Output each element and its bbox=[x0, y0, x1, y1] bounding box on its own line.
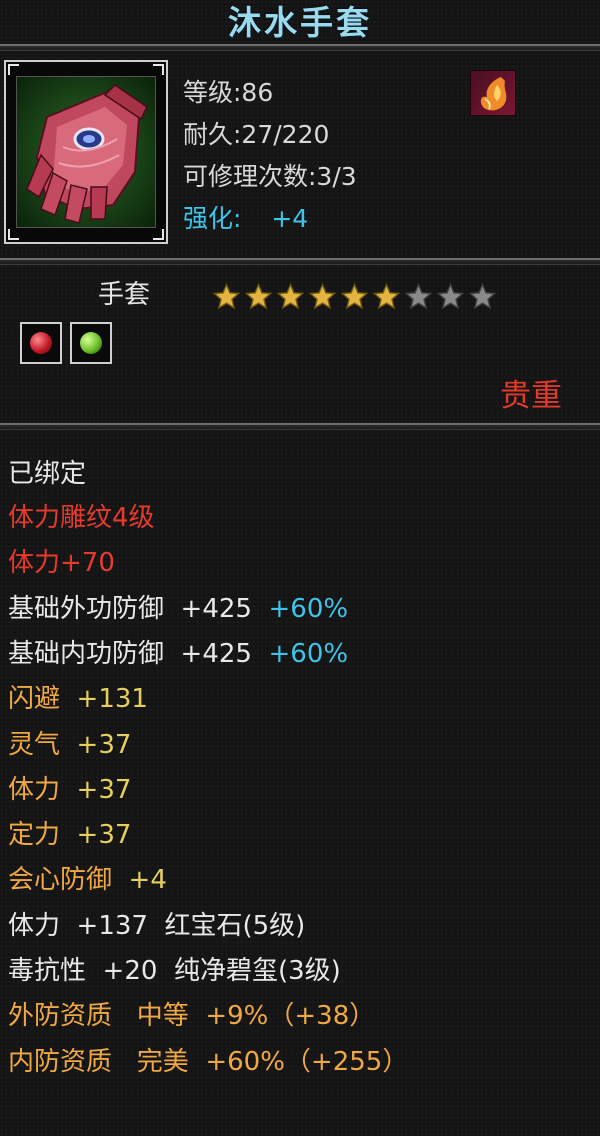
attribute-part: 闪避 bbox=[8, 684, 61, 714]
attribute-part: 基础内功防御 bbox=[8, 639, 165, 669]
attribute-part: （+255） bbox=[284, 1047, 409, 1077]
item-slot-type: 手套 bbox=[98, 280, 151, 310]
attribute-part: 基础外功防御 bbox=[8, 594, 165, 624]
star-empty-icon bbox=[404, 282, 433, 311]
attribute-part: 内防资质 bbox=[8, 1047, 113, 1077]
attribute-part: +37 bbox=[60, 730, 132, 760]
attribute-part: +425 bbox=[164, 639, 269, 669]
star-filled-icon bbox=[372, 282, 401, 311]
frame-corner bbox=[153, 64, 164, 75]
attribute-line: 内防资质 完美 +60%（+255） bbox=[8, 1046, 408, 1078]
enhance-value: +4 bbox=[271, 204, 309, 233]
attribute-part: 体力 bbox=[8, 911, 61, 941]
attribute-line: 基础内功防御 +425 +60% bbox=[8, 638, 348, 670]
attribute-part: 毒抗性 bbox=[8, 956, 87, 986]
attribute-part: +425 bbox=[164, 594, 269, 624]
enhance-label: 强化: bbox=[183, 204, 242, 233]
star-filled-icon bbox=[308, 282, 337, 311]
attribute-line: 体力 +37 bbox=[8, 774, 131, 806]
attribute-part: 体力雕纹4级 bbox=[8, 503, 155, 533]
title-divider bbox=[0, 44, 600, 51]
star-empty-icon bbox=[468, 282, 497, 311]
attribute-part: +60% bbox=[205, 1047, 285, 1077]
frame-corner bbox=[153, 229, 164, 240]
attribute-part: （+38） bbox=[268, 1001, 376, 1031]
star-filled-icon bbox=[276, 282, 305, 311]
item-repair-count: 可修理次数:3/3 bbox=[183, 162, 357, 191]
attribute-part: +137 bbox=[60, 911, 165, 941]
item-title: 沐水手套 bbox=[228, 3, 372, 42]
attribute-part: +4 bbox=[112, 865, 167, 895]
attribute-part: 体力 bbox=[8, 775, 61, 805]
section-divider bbox=[0, 423, 600, 430]
attribute-line: 体力 +137 红宝石(5级) bbox=[8, 910, 305, 942]
attribute-line: 体力+70 bbox=[8, 547, 115, 579]
frame-corner bbox=[8, 64, 19, 75]
attribute-part: 会心防御 bbox=[8, 865, 113, 895]
star-empty-icon bbox=[436, 282, 465, 311]
star-filled-icon bbox=[212, 282, 241, 311]
attribute-part: +37 bbox=[60, 775, 132, 805]
attribute-part: 完美 bbox=[112, 1047, 206, 1077]
attribute-part: 外防资质 bbox=[8, 1001, 113, 1031]
attribute-part: +60% bbox=[268, 639, 349, 669]
attribute-part: +131 bbox=[60, 684, 148, 714]
attribute-part: +9% bbox=[205, 1001, 269, 1031]
item-level: 等级:86 bbox=[183, 78, 274, 107]
item-icon-frame[interactable] bbox=[4, 60, 168, 244]
green-gem-icon[interactable] bbox=[70, 322, 112, 364]
attribute-part: 体力+70 bbox=[8, 548, 115, 578]
star-filled-icon bbox=[244, 282, 273, 311]
attribute-part: 纯净碧玺(3级) bbox=[173, 956, 341, 986]
item-durability: 耐久:27/220 bbox=[183, 120, 330, 149]
attribute-line: 闪避 +131 bbox=[8, 683, 148, 715]
attribute-line: 体力雕纹4级 bbox=[8, 502, 155, 534]
attribute-line: 外防资质 中等 +9%（+38） bbox=[8, 1000, 375, 1032]
attribute-part: +37 bbox=[60, 820, 132, 850]
attribute-line: 灵气 +37 bbox=[8, 729, 131, 761]
rarity-label: 贵重 bbox=[500, 378, 562, 414]
attribute-part: 定力 bbox=[8, 820, 61, 850]
red-gem-icon[interactable] bbox=[20, 322, 62, 364]
bind-status: 已绑定 bbox=[8, 459, 87, 489]
attribute-line: 基础外功防御 +425 +60% bbox=[8, 593, 348, 625]
attribute-line: 定力 +37 bbox=[8, 819, 131, 851]
star-rating bbox=[212, 282, 500, 311]
attribute-part: +60% bbox=[268, 594, 349, 624]
gauntlet-icon bbox=[16, 76, 156, 228]
attribute-part: 灵气 bbox=[8, 730, 61, 760]
attribute-part: +20 bbox=[86, 956, 174, 986]
attribute-line: 会心防御 +4 bbox=[8, 864, 167, 896]
attribute-line: 毒抗性 +20 纯净碧玺(3级) bbox=[8, 955, 341, 987]
item-enhance: 强化: +4 bbox=[183, 204, 308, 234]
star-filled-icon bbox=[340, 282, 369, 311]
flame-emblem-icon[interactable] bbox=[470, 70, 516, 116]
frame-corner bbox=[8, 229, 19, 240]
attribute-part: 中等 bbox=[112, 1001, 206, 1031]
section-divider bbox=[0, 258, 600, 265]
attribute-part: 红宝石(5级) bbox=[164, 911, 306, 941]
